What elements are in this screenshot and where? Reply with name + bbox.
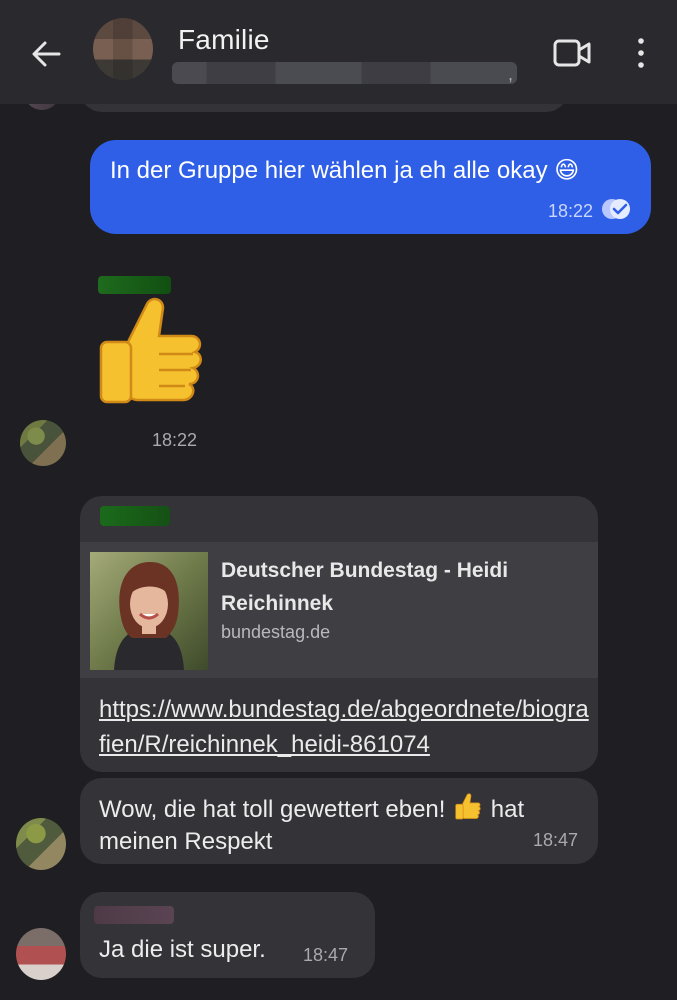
more-vert-icon[interactable] — [628, 36, 654, 70]
link-preview-title: Deutscher Bundestag - Heidi Reichinnek — [221, 559, 509, 615]
avatar[interactable] — [16, 928, 66, 980]
member-list-redacted — [172, 62, 517, 84]
grinning-emoji: 😄 — [554, 157, 580, 184]
video-call-icon[interactable] — [552, 36, 592, 70]
arrow-left-icon[interactable] — [26, 34, 66, 74]
chat-title[interactable]: Familie — [178, 24, 270, 56]
message-link[interactable]: https://www.bundestag.de/abgeordnete/bio… — [99, 692, 589, 762]
group-avatar[interactable] — [93, 18, 153, 80]
sender-name-redacted — [100, 506, 170, 526]
message-time: 18:22 — [152, 430, 198, 450]
outgoing-message[interactable]: In der Gruppe hier wählen ja eh alle oka… — [90, 140, 651, 234]
message-text: In der Gruppe hier wählen ja eh alle oka… — [110, 157, 580, 184]
link-preview-domain: bundestag.de — [221, 622, 331, 642]
read-receipt-icon — [602, 199, 630, 219]
sender-name-redacted — [94, 906, 174, 924]
message-text: Wow, die hat toll gewettert eben! hat me… — [99, 792, 579, 858]
link-preview-card[interactable]: Deutscher Bundestag - Heidi Reichinnek b… — [80, 542, 598, 678]
member-list-trailing: , — [508, 64, 514, 84]
message-time: 18:22 — [547, 201, 593, 221]
thumbs-up-emoji — [455, 793, 481, 820]
avatar[interactable] — [20, 420, 66, 466]
incoming-message[interactable]: Ja die ist super. 18:47 — [80, 892, 375, 978]
avatar[interactable] — [16, 818, 66, 870]
message-text: Ja die ist super. — [99, 936, 266, 963]
link-message[interactable]: Deutscher Bundestag - Heidi Reichinnek b… — [80, 496, 598, 772]
incoming-message[interactable]: Wow, die hat toll gewettert eben! hat me… — [80, 778, 598, 864]
preview-portrait-image — [90, 552, 208, 670]
message-time: 18:47 — [303, 945, 349, 965]
chat-header: Familie , — [0, 0, 677, 104]
message-time: 18:47 — [532, 830, 578, 850]
thumbs-up-emoji[interactable] — [93, 292, 209, 414]
